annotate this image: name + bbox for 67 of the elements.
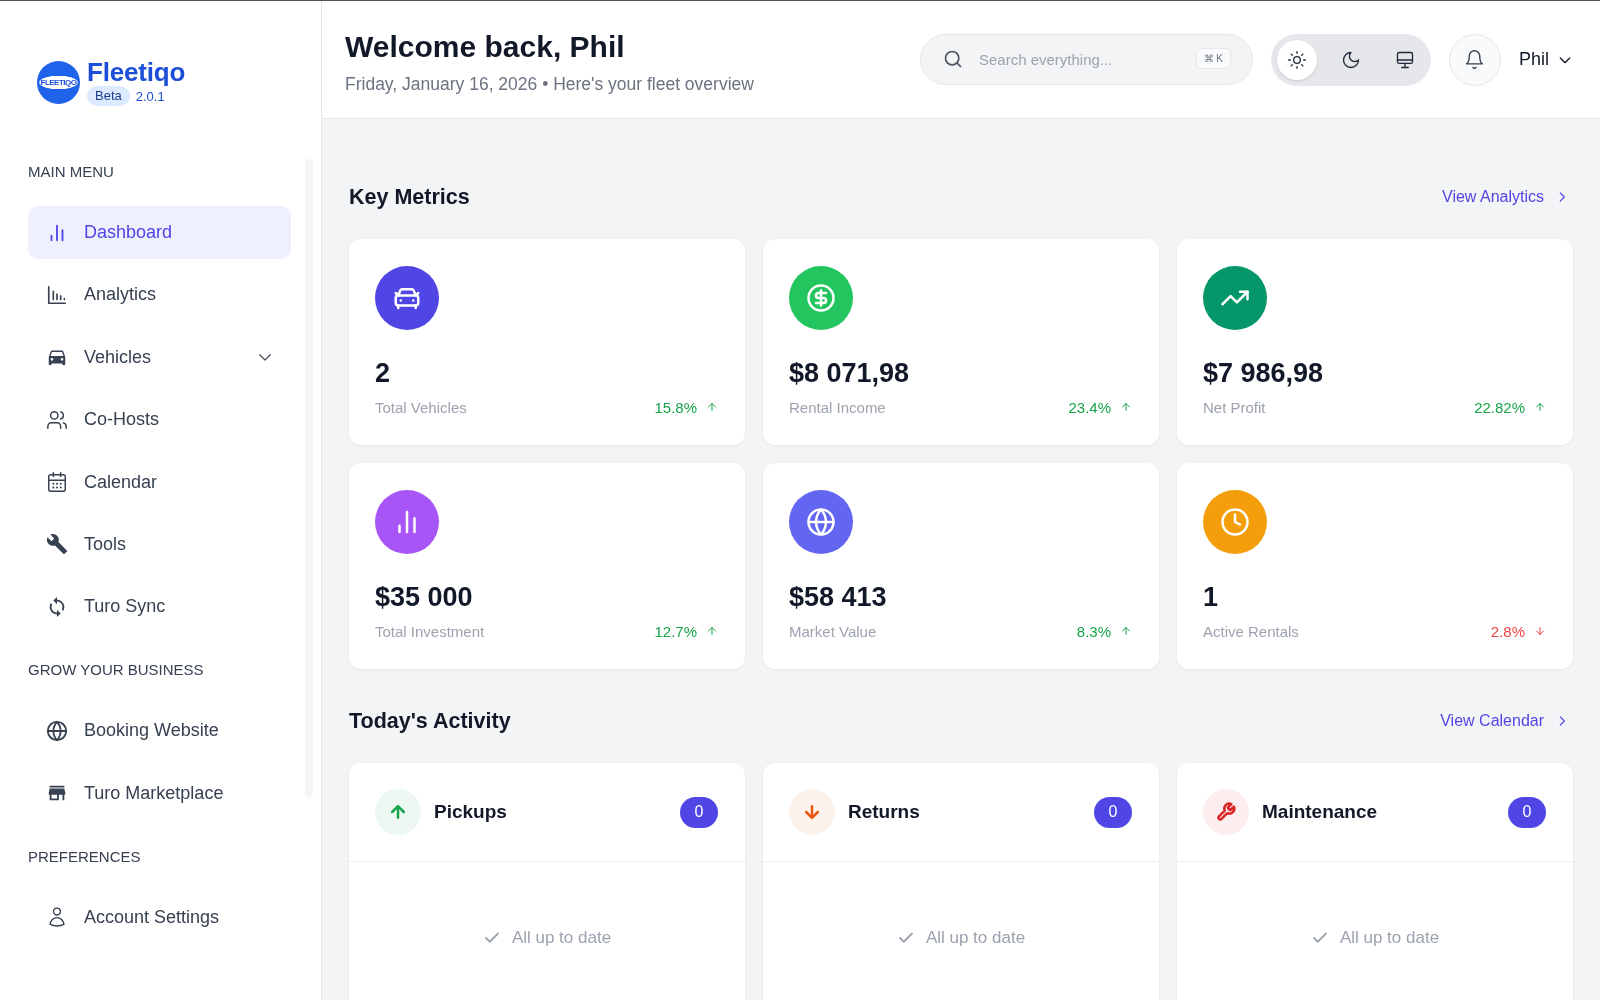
activity-title: Maintenance	[1262, 801, 1379, 823]
metric-label: Net Profit	[1203, 398, 1266, 416]
section-title: Key Metrics	[349, 184, 470, 210]
section-label: GROW YOUR BUSINESS	[28, 660, 205, 681]
metric-label: Market Value	[789, 622, 877, 640]
metric-value: $8 071,98	[789, 357, 911, 390]
page-subtitle: Friday, January 16, 2026 • Here's your fleet overview	[345, 72, 754, 95]
view-link[interactable]: View Analytics	[1442, 188, 1573, 206]
nav-item[interactable]: Co-Hosts	[28, 393, 291, 447]
metric-value: 2	[375, 357, 392, 390]
brand-logo: FLEETIQO	[37, 60, 80, 104]
bell-icon	[1464, 49, 1486, 70]
activity-title: Pickups	[434, 801, 508, 823]
metric-label: Rental Income	[789, 398, 886, 416]
user-icon	[46, 906, 68, 929]
empty-state-text: All up to date	[511, 927, 612, 949]
empty-state-text: All up to date	[925, 927, 1026, 949]
beta-badge: Beta	[87, 86, 130, 106]
page-title: Welcome back, Phil	[345, 28, 626, 65]
count-badge: 0	[680, 796, 718, 828]
change-percent: 2.8%	[1490, 622, 1525, 640]
chart-icon	[46, 283, 68, 306]
nav-item[interactable]: Analytics	[28, 268, 291, 322]
metric-value: 1	[1203, 581, 1220, 614]
section-label: PREFERENCES	[28, 846, 142, 867]
wrench-icon	[1203, 789, 1249, 835]
change-percent: 15.8%	[654, 398, 697, 416]
monitor-icon	[1395, 49, 1415, 70]
nav-item[interactable]: Account Settings	[28, 890, 291, 944]
light-mode-button[interactable]	[1277, 39, 1317, 80]
nav-item[interactable]: Turo Sync	[28, 580, 291, 634]
metric-value: $7 986,98	[1203, 357, 1325, 390]
nav-item[interactable]: Turo Marketplace	[28, 766, 291, 820]
wrench-icon	[46, 533, 68, 556]
nav-item[interactable]: Dashboard	[28, 206, 291, 259]
activity-title: Returns	[848, 801, 921, 823]
brand-name: Fleetiqo	[87, 58, 186, 86]
section-title: Today's Activity	[349, 708, 511, 734]
calendar-icon	[46, 471, 68, 494]
shortcut-hint: ⌘ K	[1195, 48, 1231, 69]
section-label: MAIN MENU	[28, 162, 115, 182]
count-badge: 0	[1508, 796, 1546, 828]
arrow-up-icon	[375, 789, 421, 835]
user-menu-button[interactable]: Phil	[1519, 49, 1573, 70]
sun-icon	[1287, 49, 1307, 70]
nav-item[interactable]: Booking Website	[28, 704, 291, 758]
moon-icon	[1341, 49, 1361, 70]
empty-state-text: All up to date	[1339, 927, 1440, 949]
metric-label: Total Vehicles	[375, 398, 467, 416]
users-icon	[46, 408, 68, 431]
change-percent: 12.7%	[654, 622, 697, 640]
arrow-down-icon	[789, 789, 835, 835]
view-link[interactable]: View Calendar	[1440, 712, 1573, 730]
nav-item[interactable]: Calendar	[28, 455, 291, 509]
metric-label: Total Investment	[375, 622, 485, 640]
change-percent: 23.4%	[1068, 398, 1111, 416]
change-percent: 8.3%	[1076, 622, 1111, 640]
version-text: 2.0.1	[135, 88, 165, 104]
search-icon	[943, 49, 963, 69]
metric-value: $58 413	[789, 581, 888, 614]
nav-item[interactable]: Tools	[28, 517, 291, 571]
metric-label: Active Rentals	[1203, 622, 1299, 640]
nav-item[interactable]: Vehicles	[28, 330, 291, 384]
globe-icon	[46, 719, 68, 742]
change-percent: 22.82%	[1474, 398, 1525, 416]
metric-value: $35 000	[375, 581, 474, 614]
count-badge: 0	[1094, 796, 1132, 828]
